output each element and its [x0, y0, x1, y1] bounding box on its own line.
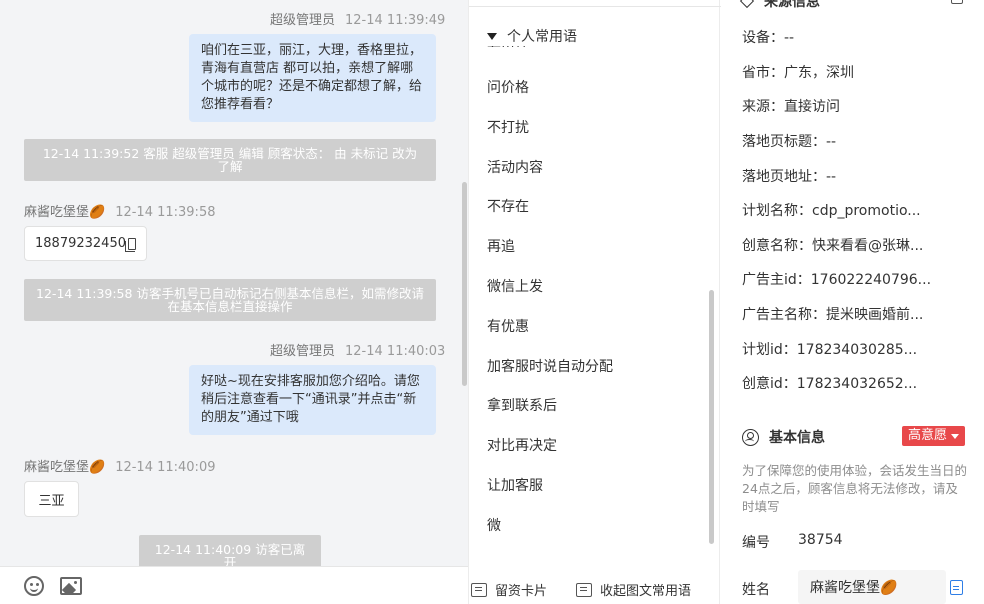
message-time: 12-14 11:40:03	[345, 344, 446, 359]
message-time: 12-14 11:40:09	[115, 460, 216, 475]
card-icon	[471, 582, 487, 597]
message-time: 12-14 11:39:49	[345, 13, 446, 28]
caret-down-icon	[951, 433, 960, 439]
visitor-info-panel: 来源信息 设备：-- 省市：广东，深圳 来源：直接访问 落地页标题：-- 落地页…	[721, 0, 984, 604]
phrase-item[interactable]: 微信上发	[487, 276, 543, 296]
phrase-group-title: 个人常用语	[507, 29, 577, 45]
phrase-item[interactable]: 活动内容	[487, 157, 543, 177]
collapse-phrases-label: 收起图文常用语	[600, 584, 692, 599]
lead-card-label: 留资卡片	[495, 584, 548, 599]
message-meta: 麻酱吃堡堡🏉 12-14 11:40:09	[24, 456, 215, 475]
source-section-label: 来源信息	[764, 0, 820, 10]
info-device: 设备：--	[742, 30, 795, 46]
info-source: 来源：直接访问	[742, 99, 840, 115]
info-campaign-id: 计划id：178234030285...	[742, 342, 918, 358]
lead-card-button[interactable]: 留资卡片	[471, 580, 547, 599]
name-field[interactable]: 麻酱吃堡堡🏉	[798, 570, 946, 604]
info-landing-title: 落地页标题：--	[742, 134, 837, 150]
message-meta: 超级管理员 12-14 11:39:49	[270, 9, 445, 28]
copy-icon[interactable]	[124, 237, 136, 252]
sender-name: 超级管理员	[270, 344, 336, 359]
sender-name: 超级管理员	[270, 13, 336, 28]
phone-number-text: 18879232450	[35, 236, 126, 251]
source-section-title: 来源信息	[739, 0, 820, 11]
info-region: 省市：广东，深圳	[742, 65, 854, 81]
system-message: 12-14 11:39:52 客服 超级管理员 编辑 顾客状态： 由 未标记 改…	[24, 139, 436, 181]
message-icon	[576, 582, 592, 597]
source-icon	[739, 0, 755, 9]
phrase-item[interactable]: 对比再决定	[487, 435, 557, 455]
info-landing-url: 落地页地址：--	[742, 169, 837, 185]
info-creative-id: 创意id：178234032652...	[742, 376, 918, 392]
info-creative-name: 创意名称：快来看看@张琳...	[742, 238, 924, 254]
intent-dropdown[interactable]: 高意愿	[902, 426, 966, 446]
chat-input-toolbar	[0, 566, 468, 604]
common-phrases-panel: 要电话 个人常用语 问价格 不打扰 活动内容 不存在 再追 微信上发 有优惠 加…	[468, 0, 721, 604]
sender-name: 麻酱吃堡堡🏉	[24, 205, 106, 220]
collapse-phrases-button[interactable]: 收起图文常用语	[576, 580, 691, 599]
edit-icon[interactable]	[951, 0, 963, 4]
message-time: 12-14 11:39:58	[115, 205, 216, 220]
caret-down-icon	[487, 32, 497, 40]
incoming-message: 三亚	[24, 481, 79, 517]
basic-info-label: 基本信息	[769, 430, 825, 446]
chat-scrollbar[interactable]	[462, 182, 467, 386]
sender-name: 麻酱吃堡堡🏉	[24, 460, 106, 475]
app-root: 超级管理员 12-14 11:39:49 咱们在三亚，丽江，大理，香格里拉，青海有…	[0, 0, 984, 604]
phrases-scrollbar[interactable]	[709, 290, 714, 544]
document-icon[interactable]	[950, 580, 963, 595]
info-advertiser-name: 广告主名称：提米映画婚前...	[742, 307, 924, 323]
id-label: 编号	[742, 535, 770, 551]
message-meta: 麻酱吃堡堡🏉 12-14 11:39:58	[24, 201, 215, 220]
id-value: 38754	[798, 532, 843, 548]
edit-deadline-note: 为了保障您的使用体验，会话发生当日的24点之后，顾客信息将无法修改，请及时填写	[742, 463, 968, 514]
phrase-item[interactable]: 加客服时说自动分配	[487, 356, 613, 376]
info-campaign-name: 计划名称：cdp_promotio...	[742, 203, 921, 219]
info-advertiser-id: 广告主id：176022240796...	[742, 272, 932, 288]
phrase-item[interactable]: 让加客服	[487, 475, 543, 495]
basic-info-title: 基本信息	[742, 427, 825, 447]
phrase-item[interactable]: 不打扰	[487, 117, 529, 137]
outgoing-message: 咱们在三亚，丽江，大理，香格里拉，青海有直营店 都可以拍，亲想了解哪个城市的呢？…	[189, 34, 436, 122]
phrase-group-header[interactable]: 个人常用语	[487, 26, 583, 46]
phrase-item[interactable]: 再追	[487, 236, 515, 256]
chat-panel: 超级管理员 12-14 11:39:49 咱们在三亚，丽江，大理，香格里拉，青海有…	[0, 0, 468, 604]
chat-message-list[interactable]: 超级管理员 12-14 11:39:49 咱们在三亚，丽江，大理，香格里拉，青海有…	[0, 0, 468, 566]
phrase-item[interactable]: 不存在	[487, 196, 529, 216]
system-message: 12-14 11:39:58 访客手机号已自动标记右侧基本信息栏，如需修改请在基…	[24, 279, 436, 321]
user-icon	[742, 428, 759, 446]
phrase-item[interactable]: 拿到联系后	[487, 395, 557, 415]
system-message: 12-14 11:40:09 访客已离开	[139, 535, 321, 566]
intent-value: 高意愿	[908, 428, 948, 443]
name-label: 姓名	[742, 582, 770, 598]
message-meta: 超级管理员 12-14 11:40:03	[270, 340, 445, 359]
emoji-icon[interactable]	[24, 576, 44, 596]
divider	[469, 6, 721, 7]
phrase-item[interactable]: 微	[487, 515, 501, 535]
incoming-message: 18879232450	[24, 226, 147, 261]
phrases-footer: 留资卡片 收起图文常用语	[469, 566, 721, 604]
outgoing-message: 好哒~现在安排客服加您介绍哈。请您稍后注意查看一下“通讯录”并点击“新的朋友”通…	[189, 365, 436, 435]
phrase-item[interactable]: 问价格	[487, 77, 529, 97]
image-icon[interactable]	[60, 577, 82, 595]
phrase-item[interactable]: 有优惠	[487, 316, 529, 336]
